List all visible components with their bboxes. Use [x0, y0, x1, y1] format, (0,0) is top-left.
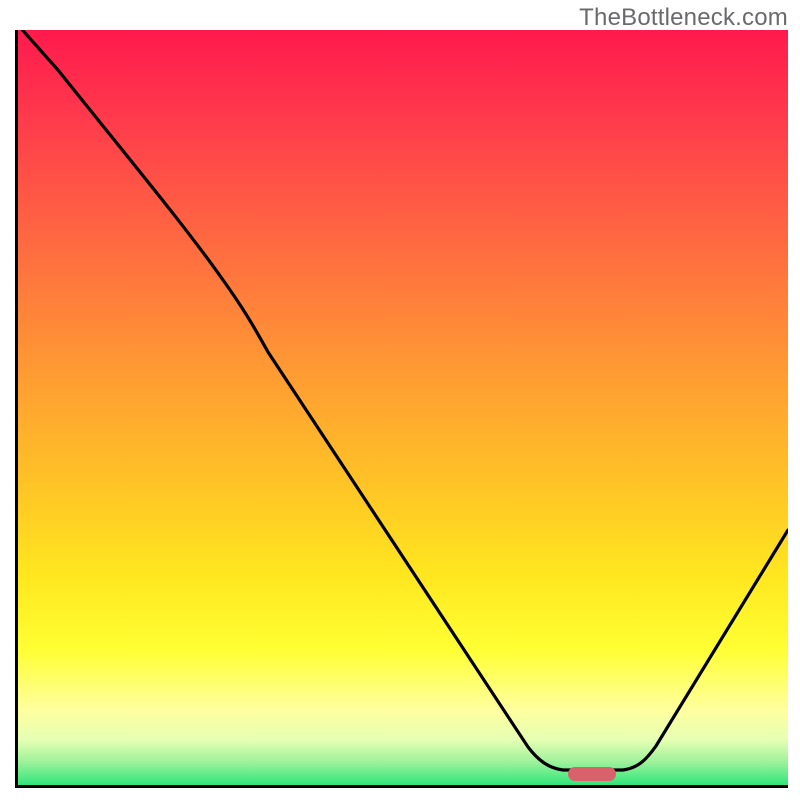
optimal-marker: [568, 767, 616, 781]
bottleneck-curve: [18, 30, 788, 785]
watermark-text: TheBottleneck.com: [579, 4, 788, 32]
chart-plot-area: [15, 30, 788, 788]
